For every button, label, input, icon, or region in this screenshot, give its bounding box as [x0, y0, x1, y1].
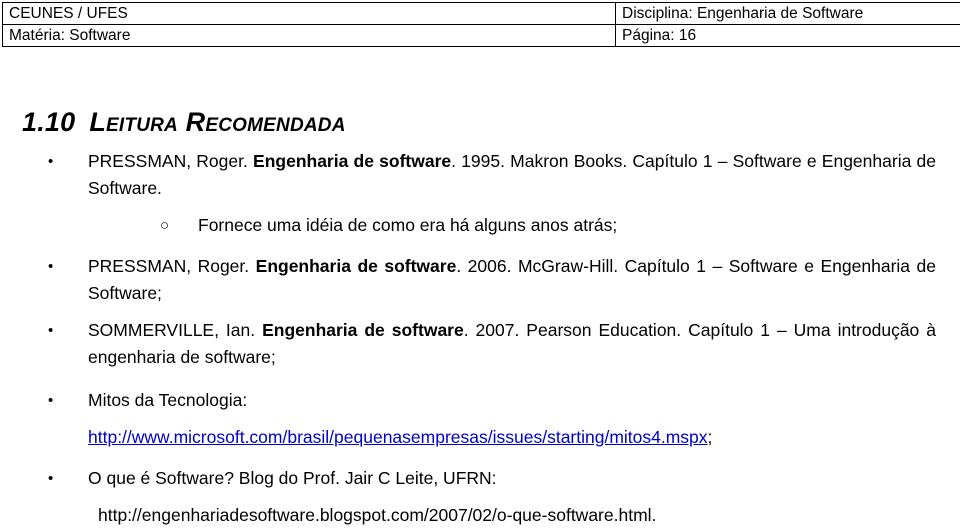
list-item: • PRESSMAN, Roger. Engenharia de softwar… [0, 253, 960, 307]
spacer [0, 309, 960, 317]
mitos-url-link[interactable]: http://www.microsoft.com/brasil/pequenas… [88, 427, 708, 447]
list-item: • PRESSMAN, Roger. Engenharia de softwar… [0, 148, 960, 202]
spacer [0, 204, 960, 212]
reference-title-emphasis: Engenharia de software [253, 151, 451, 171]
list-item: ○ Fornece uma idéia de como era há algun… [0, 212, 960, 239]
bullet-icon: • [48, 465, 62, 492]
list-item: • O que é Software? Blog do Prof. Jair C… [0, 465, 960, 492]
spacer [0, 373, 960, 387]
sub-bullet-icon: ○ [160, 212, 174, 239]
header-page-cell: Página: 16 [616, 25, 960, 47]
reference-text-part: PRESSMAN, Roger. [88, 151, 253, 171]
spacer [0, 494, 960, 502]
header-subject-cell: Matéria: Software [3, 25, 616, 47]
header-discipline-cell: Disciplina: Engenharia de Software [616, 3, 960, 25]
spacer [0, 451, 960, 465]
reading-list: • PRESSMAN, Roger. Engenharia de softwar… [0, 148, 960, 529]
reference-pressman-1995: PRESSMAN, Roger. Engenharia de software.… [88, 148, 936, 202]
spacer [0, 416, 960, 424]
reference-title-emphasis: Engenharia de software [262, 320, 464, 340]
reference-title-emphasis: Engenharia de software [256, 256, 457, 276]
list-item: • Mitos da Tecnologia: [0, 387, 960, 414]
bullet-icon: • [48, 148, 62, 175]
section-number: 1.10 [22, 107, 75, 137]
header-institution-cell: CEUNES / UFES [3, 3, 616, 25]
bullet-icon: • [48, 387, 62, 414]
blog-url-line: http://engenhariadesoftware.blogspot.com… [98, 502, 936, 529]
reference-sommerville-2007: SOMMERVILLE, Ian. Engenharia de software… [88, 317, 936, 371]
reference-text-part: SOMMERVILLE, Ian. [88, 320, 262, 340]
bullet-icon: • [48, 253, 62, 280]
reference-text-part: PRESSMAN, Roger. [88, 256, 256, 276]
blog-label: O que é Software? Blog do Prof. Jair C L… [88, 465, 936, 492]
reference-pressman-2006: PRESSMAN, Roger. Engenharia de software.… [88, 253, 936, 307]
document-header-table: CEUNES / UFES Disciplina: Engenharia de … [2, 2, 960, 47]
list-item: • SOMMERVILLE, Ian. Engenharia de softwa… [0, 317, 960, 371]
section-heading: 1.10 Leitura Recomendada [22, 107, 346, 138]
spacer [0, 241, 960, 253]
reference-note: Fornece uma idéia de como era há alguns … [198, 212, 936, 239]
header-row-2: Matéria: Software Página: 16 [3, 25, 960, 47]
mitos-url-line: http://www.microsoft.com/brasil/pequenas… [88, 424, 936, 451]
mitos-label: Mitos da Tecnologia: [88, 387, 936, 414]
mitos-url-suffix: ; [708, 427, 713, 447]
bullet-icon: • [48, 317, 62, 344]
header-row-1: CEUNES / UFES Disciplina: Engenharia de … [3, 3, 960, 25]
section-title-text: Leitura Recomendada [89, 107, 345, 137]
